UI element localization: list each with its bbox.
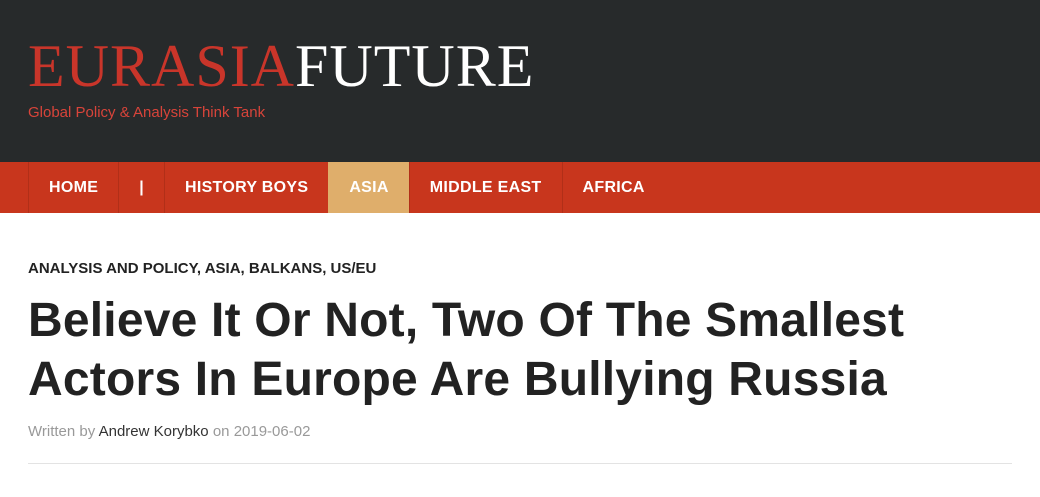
nav-item-history-boys[interactable]: HISTORY BOYS <box>163 162 328 213</box>
site-logo[interactable]: EURASIAFUTURE <box>28 36 534 96</box>
site-tagline: Global Policy & Analysis Think Tank <box>28 104 266 121</box>
nav-item-africa[interactable]: AFRICA <box>561 162 665 213</box>
nav-item-asia[interactable]: ASIA <box>328 162 409 213</box>
logo-part-future: FUTURE <box>295 33 535 99</box>
nav-item-middle-east[interactable]: MIDDLE EAST <box>408 162 562 213</box>
byline-prefix: Written by <box>28 423 96 440</box>
author-link[interactable]: Andrew Korybko <box>99 423 209 440</box>
article-categories[interactable]: ANALYSIS AND POLICY, ASIA, BALKANS, US/E… <box>28 260 1012 278</box>
site-header: EURASIAFUTURE Global Policy & Analysis T… <box>0 0 1040 162</box>
article-title: Believe It Or Not, Two Of The Smallest A… <box>28 294 905 406</box>
date-prefix: on <box>212 423 230 440</box>
article-header: ANALYSIS AND POLICY, ASIA, BALKANS, US/E… <box>0 260 1040 464</box>
publish-date: 2019-06-02 <box>233 423 311 440</box>
nav-separator: | <box>118 162 164 213</box>
logo-part-eurasia: EURASIA <box>28 33 296 99</box>
main-nav: HOME | HISTORY BOYS ASIA MIDDLE EAST AFR… <box>0 162 1040 213</box>
nav-item-home[interactable]: HOME <box>28 162 118 213</box>
article-byline: Written by Andrew Korybko on 2019-06-02 <box>28 423 1012 441</box>
divider <box>28 463 1012 464</box>
